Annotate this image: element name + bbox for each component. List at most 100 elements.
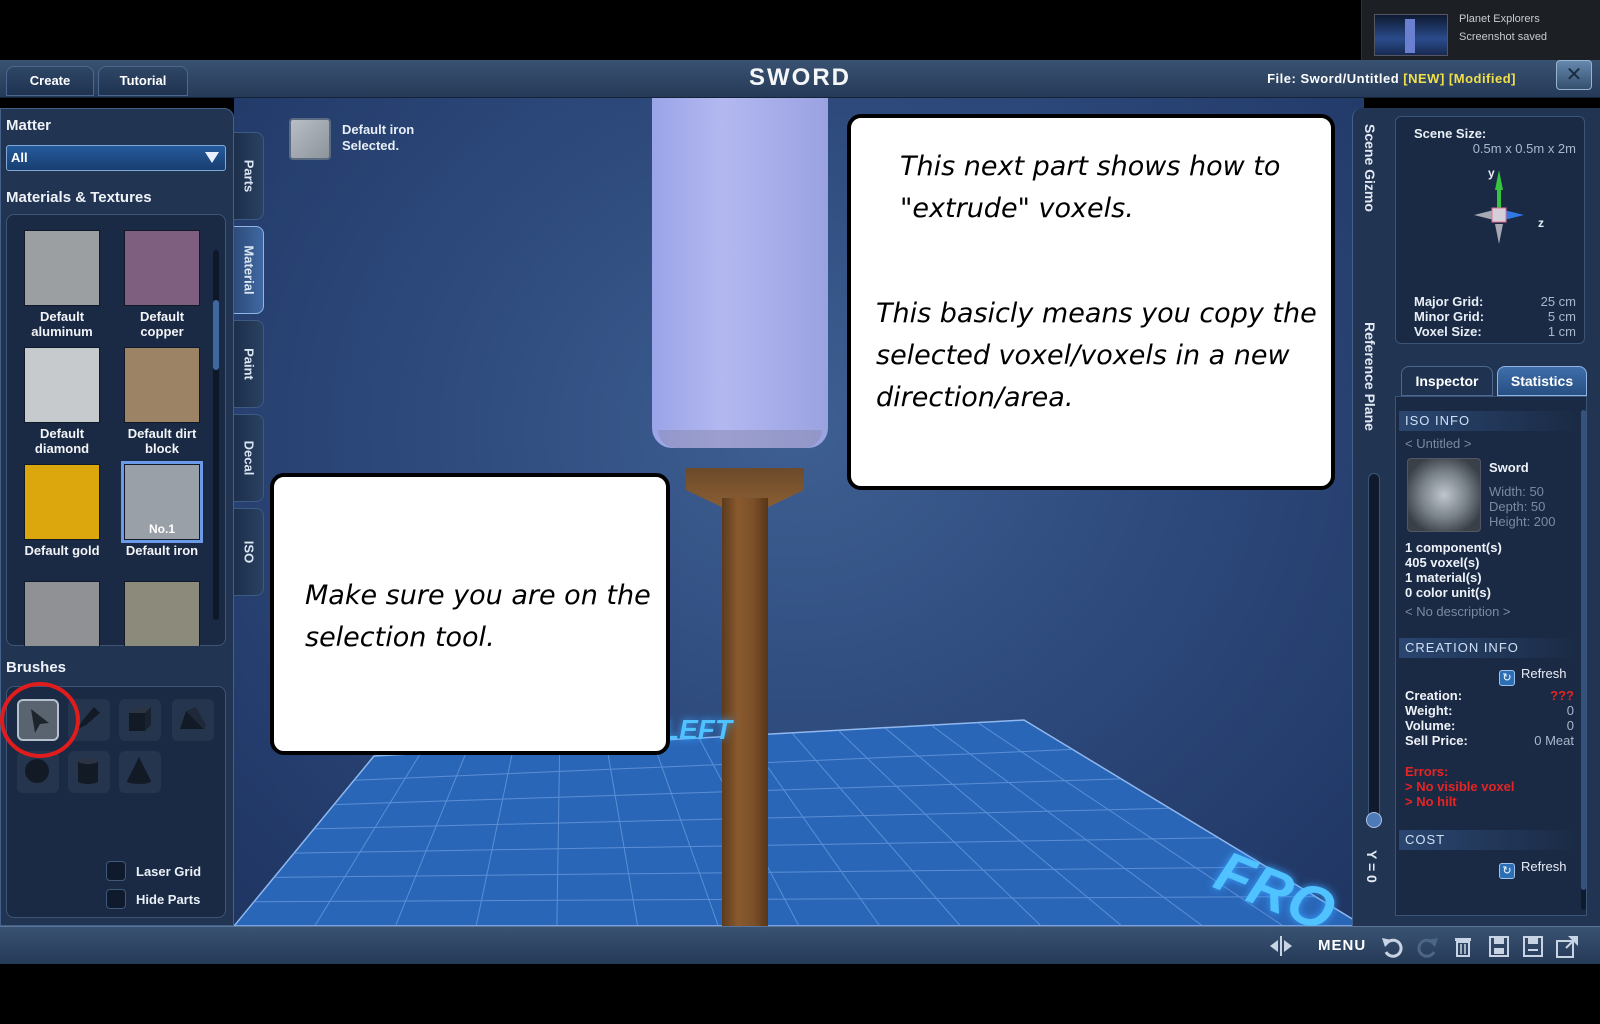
material-label: diamond	[34, 441, 90, 456]
material-label: Default	[39, 309, 85, 324]
material-label: block	[145, 441, 179, 456]
sword-grip[interactable]	[722, 498, 768, 926]
color-unit-count: 0 color unit(s)	[1405, 585, 1491, 600]
reference-plane-value: Y = 0	[1364, 850, 1380, 883]
tab-label: Material	[241, 245, 256, 295]
refresh-cost-button[interactable]: ↻ Refresh	[1499, 859, 1567, 879]
material-item[interactable]: Default copper	[112, 230, 212, 339]
axis-gizmo[interactable]	[1452, 164, 1552, 264]
iso-thumbnail	[1407, 458, 1481, 532]
minor-grid-label: Minor Grid:	[1414, 309, 1485, 324]
file-label: File:	[1267, 71, 1297, 86]
axis-z-label: z	[1538, 216, 1544, 230]
page-title: SWORD	[749, 64, 851, 91]
tutorial-callout-extrude: This next part shows how to "extrude" vo…	[847, 114, 1335, 490]
errors-label: Errors:	[1405, 764, 1449, 779]
wedge-icon	[180, 707, 206, 729]
statistics-scrollbar[interactable]	[1581, 410, 1586, 910]
material-item[interactable]: Default gold	[12, 464, 112, 558]
voxel-size-value: 1 cm	[1547, 324, 1576, 339]
material-badge: No.1	[148, 522, 175, 536]
minor-grid-value: 5 cm	[1547, 309, 1576, 324]
scrollbar-thumb[interactable]	[213, 300, 219, 370]
tab-decal[interactable]: Decal	[234, 414, 264, 502]
sword-blade[interactable]	[652, 98, 828, 448]
cylinder-icon	[78, 758, 98, 784]
save-icon[interactable]	[1486, 934, 1512, 958]
material-label: Default	[139, 309, 185, 324]
iso-height: Height: 200	[1489, 514, 1556, 529]
undo-icon[interactable]	[1380, 934, 1406, 958]
selected-material-status: Selected.	[342, 138, 400, 153]
cone-tool-button[interactable]	[119, 751, 161, 793]
cylinder-tool-button[interactable]	[68, 751, 110, 793]
major-grid-value: 25 cm	[1540, 294, 1576, 309]
box-tool-button[interactable]	[119, 699, 161, 741]
laser-grid-checkbox[interactable]	[106, 861, 126, 881]
iso-name: Sword	[1489, 460, 1529, 475]
weight-label: Weight:	[1405, 703, 1453, 718]
refresh-icon: ↻	[1499, 670, 1515, 686]
tab-statistics[interactable]: Statistics	[1497, 366, 1587, 396]
highlight-circle	[0, 682, 80, 758]
material-item[interactable]	[12, 581, 112, 646]
close-button[interactable]: ✕	[1556, 60, 1592, 90]
material-item[interactable]: Default dirt block	[112, 347, 212, 456]
material-swatch	[24, 347, 100, 423]
material-item[interactable]	[112, 581, 212, 646]
refresh-label: Refresh	[1521, 859, 1567, 874]
callout-text: This basicly means you copy the selected…	[876, 298, 1317, 413]
trash-icon[interactable]	[1450, 934, 1476, 958]
material-label: aluminum	[31, 324, 93, 339]
iso-width: Width: 50	[1489, 484, 1544, 499]
refresh-icon: ↻	[1499, 863, 1515, 879]
tab-inspector[interactable]: Inspector	[1401, 366, 1493, 396]
tab-paint[interactable]: Paint	[234, 320, 264, 408]
error-item: > No visible voxel	[1405, 779, 1515, 794]
material-swatch	[124, 230, 200, 306]
error-item: > No hilt	[1405, 794, 1457, 809]
materials-scrollbar[interactable]	[213, 250, 219, 620]
hide-parts-checkbox[interactable]	[106, 889, 126, 909]
brushes-heading: Brushes	[6, 659, 67, 676]
weight-value: 0	[1566, 703, 1574, 718]
callout-text: This next part shows how to "extrude" vo…	[900, 151, 1281, 224]
material-count: 1 material(s)	[1405, 570, 1482, 585]
selected-material-swatch	[289, 118, 331, 160]
sphere-icon	[25, 759, 49, 783]
box-icon	[129, 707, 151, 731]
mirror-icon[interactable]	[1268, 934, 1294, 958]
creation-value: ???	[1550, 688, 1574, 703]
tab-label: ISO	[241, 540, 256, 564]
material-swatch	[24, 464, 100, 540]
menu-button[interactable]: MENU	[1318, 937, 1366, 954]
materials-grid: Default aluminum Default copper Default diamo…	[0, 0, 226, 646]
iso-description: < No description >	[1405, 604, 1511, 619]
voxel-size-label: Voxel Size:	[1414, 324, 1482, 339]
scene-gizmo-tab[interactable]: Scene Gizmo	[1362, 124, 1378, 212]
material-item[interactable]: Default aluminum	[12, 230, 112, 339]
component-count: 1 component(s)	[1405, 540, 1502, 555]
redo-icon[interactable]	[1414, 934, 1440, 958]
material-item[interactable]: No.1 Default iron	[112, 464, 212, 558]
slider-knob[interactable]	[1366, 812, 1382, 828]
tab-iso[interactable]: ISO	[234, 508, 264, 596]
export-icon[interactable]	[1554, 934, 1580, 958]
modified-tag: [Modified]	[1448, 71, 1516, 86]
scene-size-value: 0.5m x 0.5m x 2m	[1472, 141, 1576, 156]
creation-info-header: CREATION INFO	[1399, 638, 1579, 658]
refresh-button[interactable]: ↻ Refresh	[1499, 666, 1567, 686]
cone-icon	[127, 757, 151, 784]
scrollbar-thumb[interactable]	[1581, 410, 1586, 890]
reference-plane-tab[interactable]: Reference Plane	[1362, 322, 1378, 431]
new-tag: [NEW]	[1403, 71, 1445, 86]
wedge-tool-button[interactable]	[172, 699, 214, 741]
reference-plane-slider[interactable]	[1366, 473, 1382, 828]
material-swatch	[24, 581, 100, 646]
save-as-icon[interactable]	[1520, 934, 1546, 958]
tab-parts[interactable]: Parts	[234, 132, 264, 220]
tab-material[interactable]: Material	[234, 226, 264, 314]
axis-y-label: y	[1488, 166, 1495, 180]
material-item[interactable]: Default diamond	[12, 347, 112, 456]
material-label: copper	[140, 324, 184, 339]
